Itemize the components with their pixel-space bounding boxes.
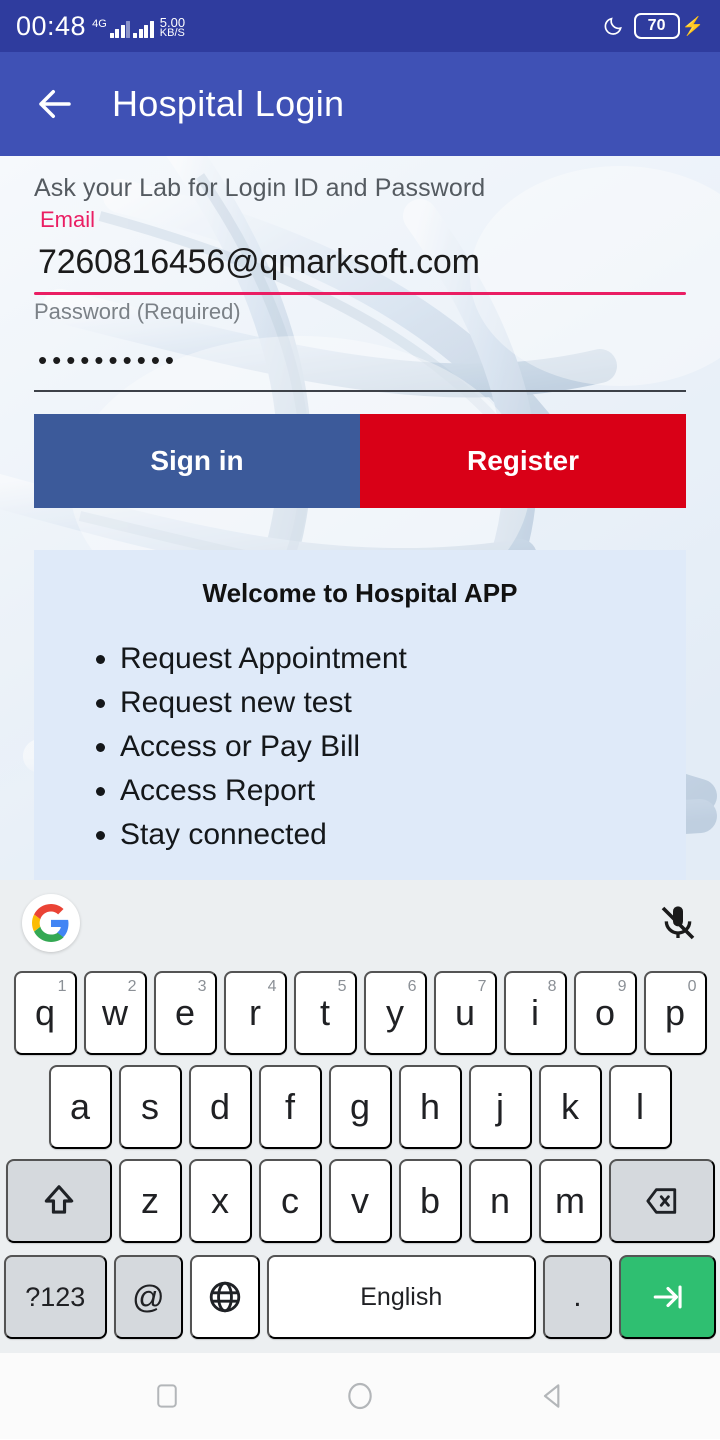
signal-icon: 4G [92, 17, 154, 38]
list-item: Stay connected [120, 817, 686, 853]
register-button[interactable]: Register [360, 414, 686, 508]
key-s[interactable]: s [118, 1065, 182, 1149]
key-y[interactable]: 6y [363, 971, 427, 1055]
status-clock: 00:48 [16, 10, 87, 41]
next-field-icon[interactable] [619, 1255, 716, 1339]
app-bar: Hospital Login [0, 52, 720, 156]
keyboard-row-2: a s d f g h j k l [0, 1060, 720, 1154]
key-o[interactable]: 9o [573, 971, 637, 1055]
key-n[interactable]: n [468, 1159, 532, 1243]
battery-level: 70 [633, 13, 680, 39]
email-label: Email [40, 207, 96, 232]
page-title: Hospital Login [112, 83, 345, 124]
recents-square-icon[interactable] [145, 1374, 189, 1418]
key-z[interactable]: z [118, 1159, 182, 1243]
sign-in-button[interactable]: Sign in [34, 414, 360, 508]
welcome-feature-list: Request Appointment Request new test Acc… [120, 641, 686, 853]
key-q[interactable]: 1q [13, 971, 77, 1055]
keyboard-row-3: z x c v b n m [0, 1154, 720, 1248]
android-navigation-bar [0, 1353, 720, 1439]
on-screen-keyboard: 1q 2w 3e 4r 5t 6y 7u 8i 9o 0p a s d f g … [0, 880, 720, 1353]
google-g-logo-icon[interactable] [22, 894, 80, 952]
key-g[interactable]: g [328, 1065, 392, 1149]
key-p[interactable]: 0p [643, 971, 707, 1055]
keyboard-row-4: ?123 @ English . [0, 1248, 720, 1347]
back-triangle-icon[interactable] [531, 1374, 575, 1418]
welcome-title: Welcome to Hospital APP [202, 578, 518, 608]
key-r[interactable]: 4r [223, 971, 287, 1055]
data-speed-unit: KB/S [159, 26, 185, 39]
phone-screen: 00:48 4G 5.00 KB/S 70 ⚡ Hospital Login A… [0, 0, 720, 1440]
network-type-label: 4G [92, 17, 107, 30]
password-field-group: Password (Required) •••••••••• [34, 295, 686, 392]
auth-button-row: Sign in Register [34, 414, 686, 508]
form-hint: Ask your Lab for Login ID and Password [34, 174, 486, 202]
key-t[interactable]: 5t [293, 971, 357, 1055]
home-circle-icon[interactable] [338, 1374, 382, 1418]
key-j[interactable]: j [468, 1065, 532, 1149]
status-bar-left: 00:48 4G 5.00 KB/S [16, 10, 186, 41]
space-key[interactable]: English [266, 1255, 536, 1339]
signal-bars-sim2 [133, 20, 154, 38]
at-key[interactable]: @ [113, 1255, 184, 1339]
email-field-group: Email 7260816456@qmarksoft.com [34, 203, 686, 295]
password-underline [34, 390, 686, 392]
key-v[interactable]: v [328, 1159, 392, 1243]
email-input[interactable]: 7260816456@qmarksoft.com [34, 237, 686, 292]
list-item: Request new test [120, 685, 686, 721]
key-x[interactable]: x [188, 1159, 252, 1243]
welcome-card: Welcome to Hospital APP Request Appointm… [34, 550, 686, 880]
key-e[interactable]: 3e [153, 971, 217, 1055]
key-b[interactable]: b [398, 1159, 462, 1243]
status-bar-right: 70 ⚡ [604, 13, 704, 39]
key-f[interactable]: f [258, 1065, 322, 1149]
key-k[interactable]: k [538, 1065, 602, 1149]
password-input[interactable]: •••••••••• [34, 329, 686, 390]
data-speed-value: 5.00 [159, 14, 186, 30]
battery-indicator: 70 ⚡ [633, 13, 704, 39]
key-w[interactable]: 2w [83, 971, 147, 1055]
keyboard-toolbar [0, 880, 720, 966]
key-h[interactable]: h [398, 1065, 462, 1149]
shift-icon[interactable] [5, 1159, 112, 1243]
signal-bars-sim1 [109, 20, 131, 38]
period-key[interactable]: . [542, 1255, 613, 1339]
key-u[interactable]: 7u [433, 971, 497, 1055]
login-form: Ask your Lab for Login ID and Password E… [0, 156, 720, 508]
data-speed-indicator: 5.00 KB/S [159, 14, 186, 39]
key-c[interactable]: c [258, 1159, 322, 1243]
globe-icon[interactable] [190, 1255, 260, 1339]
list-item: Access Report [120, 773, 686, 809]
login-content: Ask your Lab for Login ID and Password E… [0, 156, 720, 880]
moon-icon [604, 16, 624, 36]
list-item: Request Appointment [120, 641, 686, 677]
key-a[interactable]: a [48, 1065, 112, 1149]
key-d[interactable]: d [188, 1065, 252, 1149]
backspace-icon[interactable] [608, 1159, 715, 1243]
key-i[interactable]: 8i [503, 971, 567, 1055]
back-arrow-icon[interactable] [34, 83, 76, 125]
symbols-key[interactable]: ?123 [4, 1255, 107, 1339]
list-item: Access or Pay Bill [120, 729, 686, 765]
charging-bolt-icon: ⚡ [681, 15, 704, 36]
keyboard-row-1: 1q 2w 3e 4r 5t 6y 7u 8i 9o 0p [0, 966, 720, 1060]
key-m[interactable]: m [538, 1159, 602, 1243]
mic-muted-icon[interactable] [658, 900, 698, 946]
key-l[interactable]: l [608, 1065, 672, 1149]
status-bar: 00:48 4G 5.00 KB/S 70 ⚡ [0, 0, 720, 52]
password-label: Password (Required) [34, 299, 241, 324]
